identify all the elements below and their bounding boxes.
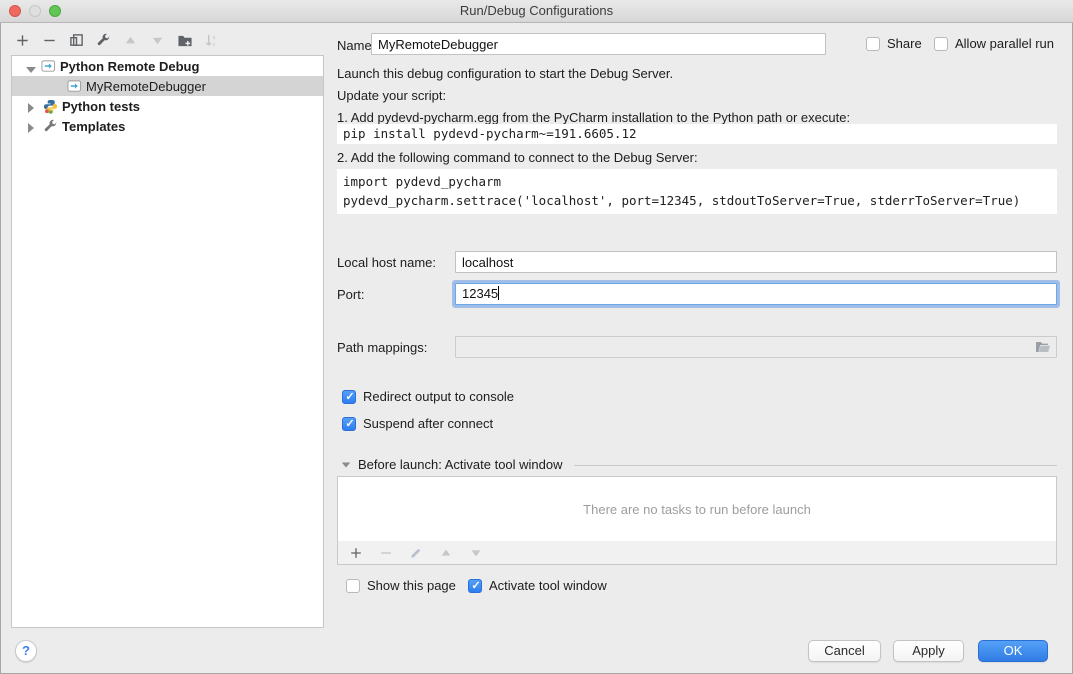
local-host-name-input[interactable] <box>455 251 1057 273</box>
plus-icon[interactable] <box>347 544 364 561</box>
tree-item-myremotedebugger[interactable]: MyRemoteDebugger <box>12 76 323 96</box>
copy-icon[interactable] <box>68 32 85 49</box>
name-input[interactable] <box>371 33 826 55</box>
chevron-right-icon[interactable] <box>28 121 38 131</box>
browse-folder-icon[interactable] <box>1035 340 1051 360</box>
path-mappings-input[interactable] <box>455 336 1057 358</box>
checkbox-box[interactable] <box>342 390 356 404</box>
svg-text:z: z <box>212 42 215 48</box>
description-update-line: Update your script: <box>337 88 446 104</box>
python-tests-icon <box>42 98 58 114</box>
tree-item-templates[interactable]: Templates <box>12 116 323 136</box>
tree-item-label: Python Remote Debug <box>60 59 199 74</box>
chevron-down-icon[interactable] <box>26 61 36 71</box>
name-label: Name: <box>337 38 375 54</box>
arrow-down-icon <box>467 544 484 561</box>
show-this-page-checkbox[interactable]: Show this page <box>346 578 456 593</box>
code-line: pydevd_pycharm.settrace('localhost', por… <box>343 191 1057 210</box>
local-host-name-label: Local host name: <box>337 255 436 271</box>
ok-button[interactable]: OK <box>978 640 1048 662</box>
checkbox-box[interactable] <box>934 37 948 51</box>
settrace-code-block: import pydevd_pycharm pydevd_pycharm.set… <box>337 169 1057 214</box>
checkbox-box[interactable] <box>342 417 356 431</box>
checkbox-label: Allow parallel run <box>955 36 1054 51</box>
help-button[interactable]: ? <box>15 640 37 662</box>
checkbox-label: Show this page <box>367 578 456 593</box>
before-launch-task-list[interactable]: There are no tasks to run before launch <box>337 476 1057 542</box>
templates-wrench-icon <box>42 118 58 134</box>
text-cursor <box>498 286 499 300</box>
wrench-icon[interactable] <box>95 32 112 49</box>
empty-tasks-text: There are no tasks to run before launch <box>583 502 811 517</box>
window-title: Run/Debug Configurations <box>0 0 1073 22</box>
cancel-button[interactable]: Cancel <box>808 640 881 662</box>
run-debug-configurations-dialog: Run/Debug Configurations az Python Remot… <box>0 0 1073 674</box>
svg-text:a: a <box>212 35 216 41</box>
chevron-right-icon[interactable] <box>28 101 38 111</box>
checkbox-box[interactable] <box>866 37 880 51</box>
checkbox-label: Share <box>887 36 922 51</box>
checkbox-label: Activate tool window <box>489 578 607 593</box>
remote-debug-config-icon <box>40 58 56 74</box>
tree-item-label: Python tests <box>62 99 140 114</box>
code-line: import pydevd_pycharm <box>343 172 1057 191</box>
arrow-up-icon <box>122 32 139 49</box>
apply-button[interactable]: Apply <box>893 640 964 662</box>
configurations-tree: Python Remote Debug MyRemoteDebugger Pyt… <box>11 55 324 628</box>
pip-install-code: pip install pydevd-pycharm~=191.6605.12 <box>337 124 1057 144</box>
tree-item-label: MyRemoteDebugger <box>86 79 206 94</box>
minus-icon[interactable] <box>41 32 58 49</box>
minus-icon <box>377 544 394 561</box>
configurations-toolbar: az <box>14 32 220 49</box>
arrow-down-icon <box>149 32 166 49</box>
redirect-output-checkbox[interactable]: Redirect output to console <box>342 389 514 404</box>
description-step2: 2. Add the following command to connect … <box>337 150 698 166</box>
plus-icon[interactable] <box>14 32 31 49</box>
tree-item-python-tests[interactable]: Python tests <box>12 96 323 116</box>
titlebar: Run/Debug Configurations <box>0 0 1073 23</box>
allow-parallel-run-checkbox[interactable]: Allow parallel run <box>934 36 1054 51</box>
remote-debug-config-icon <box>66 78 82 94</box>
description-launch-line: Launch this debug configuration to start… <box>337 66 673 82</box>
checkbox-label: Suspend after connect <box>363 416 493 431</box>
divider <box>574 465 1057 466</box>
port-value: 12345 <box>462 286 498 301</box>
suspend-after-connect-checkbox[interactable]: Suspend after connect <box>342 416 493 431</box>
arrow-up-icon <box>437 544 454 561</box>
sort-az-icon: az <box>203 32 220 49</box>
port-label: Port: <box>337 287 364 303</box>
chevron-down-icon[interactable] <box>342 462 351 467</box>
pencil-icon <box>407 544 424 561</box>
before-launch-header[interactable]: Before launch: Activate tool window <box>341 457 1057 473</box>
tree-item-label: Templates <box>62 119 125 134</box>
checkbox-label: Redirect output to console <box>363 389 514 404</box>
task-list-toolbar <box>337 541 1057 565</box>
port-input[interactable]: 12345 <box>455 283 1057 305</box>
share-checkbox[interactable]: Share <box>866 36 922 51</box>
folder-plus-icon[interactable] <box>176 32 193 49</box>
activate-tool-window-checkbox[interactable]: Activate tool window <box>468 578 607 593</box>
tree-item-python-remote-debug[interactable]: Python Remote Debug <box>12 56 323 76</box>
checkbox-box[interactable] <box>468 579 482 593</box>
path-mappings-label: Path mappings: <box>337 340 427 356</box>
before-launch-title: Before launch: Activate tool window <box>358 457 563 473</box>
checkbox-box[interactable] <box>346 579 360 593</box>
